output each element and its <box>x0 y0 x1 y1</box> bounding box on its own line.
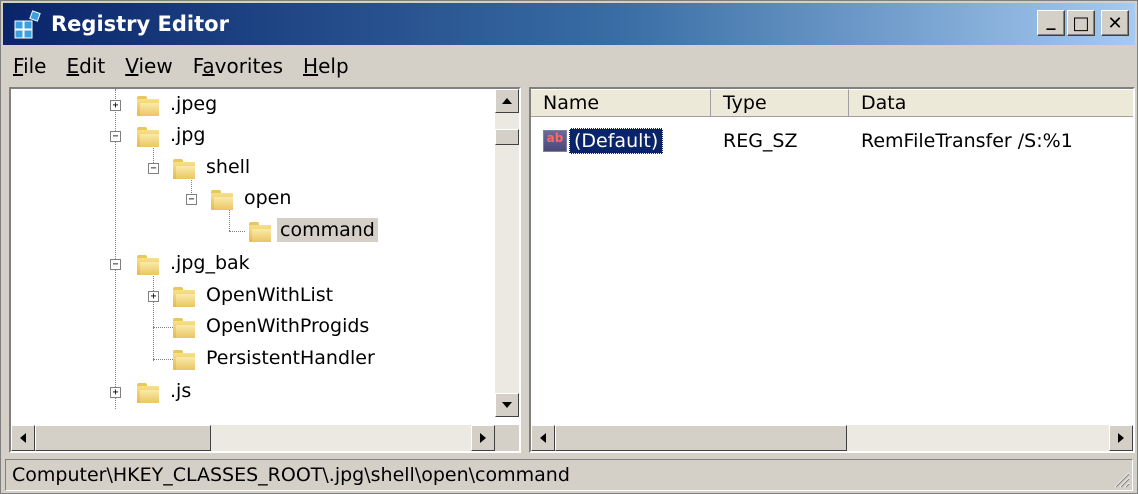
arrow-left-icon <box>20 433 26 443</box>
collapse-open-icon[interactable]: − <box>186 194 197 205</box>
scroll-thumb[interactable] <box>555 425 847 451</box>
menu-file[interactable]: File <box>3 54 56 78</box>
close-button[interactable]: ✕ <box>1101 10 1129 36</box>
minimize-button[interactable]: _ <box>1037 10 1065 36</box>
menu-help[interactable]: Help <box>293 54 359 78</box>
minimize-icon: _ <box>1046 9 1056 31</box>
column-header-data[interactable]: Data <box>849 89 1133 117</box>
registry-editor-icon <box>13 9 43 39</box>
string-value-icon: ab <box>543 130 567 152</box>
list-horizontal-scrollbar[interactable] <box>531 425 1133 451</box>
status-bar: Computer\HKEY_CLASSES_ROOT\.jpg\shell\op… <box>5 459 1133 491</box>
collapse-jpg-bak-icon[interactable]: − <box>110 259 121 270</box>
scroll-thumb[interactable] <box>495 129 519 145</box>
scroll-left-button[interactable] <box>11 425 35 451</box>
arrow-right-icon <box>480 433 486 443</box>
column-header-name[interactable]: Name <box>531 89 711 117</box>
scroll-right-button[interactable] <box>1109 425 1133 451</box>
folder-icon <box>173 287 195 307</box>
expand-openwithlist-icon[interactable]: + <box>148 291 159 302</box>
scroll-thumb[interactable] <box>35 425 211 451</box>
expand-jpeg-icon[interactable]: + <box>110 100 121 111</box>
folder-icon <box>249 222 271 242</box>
value-data: RemFileTransfer /S:%1 <box>861 130 1073 152</box>
status-path: Computer\HKEY_CLASSES_ROOT\.jpg\shell\op… <box>12 464 570 486</box>
scroll-up-button[interactable] <box>495 89 519 113</box>
tree-vertical-scrollbar[interactable] <box>495 89 519 417</box>
menu-bar: File Edit View Favorites Help <box>3 49 1135 83</box>
maximize-button[interactable]: □ <box>1067 10 1095 36</box>
arrow-up-icon <box>502 98 512 104</box>
list-item[interactable]: ab (Default) REG_SZ RemFileTransfer /S:%… <box>531 125 1133 157</box>
arrow-right-icon <box>1118 433 1124 443</box>
tree-item-openwithprogids[interactable]: OpenWithProgids <box>203 314 372 338</box>
menu-edit[interactable]: Edit <box>56 54 115 78</box>
scroll-down-button[interactable] <box>495 393 519 417</box>
tree-item-command[interactable]: command <box>277 218 378 242</box>
column-header-type[interactable]: Type <box>711 89 849 117</box>
title-bar[interactable]: Registry Editor _ □ ✕ <box>3 3 1135 45</box>
resize-grip-icon[interactable] <box>1112 470 1130 488</box>
menu-view[interactable]: View <box>115 54 182 78</box>
key-tree[interactable]: + .jpeg − .jpg − shell − open command − … <box>11 89 495 417</box>
tree-item-jpeg[interactable]: .jpeg <box>167 92 220 116</box>
close-icon: ✕ <box>1107 12 1123 34</box>
maximize-icon: □ <box>1072 12 1090 34</box>
folder-icon <box>137 96 159 116</box>
list-header: Name Type Data <box>531 89 1133 117</box>
key-tree-pane[interactable]: + .jpeg − .jpg − shell − open command − … <box>9 87 521 453</box>
arrow-down-icon <box>502 402 512 408</box>
registry-editor-window: Registry Editor _ □ ✕ File Edit View Fav… <box>0 0 1138 494</box>
values-list-pane[interactable]: Name Type Data ab (Default) REG_SZ RemFi… <box>529 87 1135 453</box>
value-type: REG_SZ <box>723 130 798 152</box>
tree-item-js[interactable]: .js <box>167 379 194 403</box>
collapse-jpg-icon[interactable]: − <box>110 131 121 142</box>
tree-item-shell[interactable]: shell <box>203 155 253 179</box>
folder-icon <box>137 127 159 147</box>
arrow-left-icon <box>540 433 546 443</box>
tree-item-jpg[interactable]: .jpg <box>167 123 208 147</box>
folder-icon <box>137 383 159 403</box>
folder-icon <box>211 190 233 210</box>
folder-icon <box>173 159 195 179</box>
tree-horizontal-scrollbar[interactable] <box>11 425 495 451</box>
window-title: Registry Editor <box>51 12 229 36</box>
value-name[interactable]: (Default) <box>569 128 664 154</box>
folder-icon <box>173 350 195 370</box>
scroll-right-button[interactable] <box>471 425 495 451</box>
scrollbar-corner <box>495 425 519 451</box>
folder-icon <box>173 318 195 338</box>
folder-icon <box>137 255 159 275</box>
tree-item-open[interactable]: open <box>241 186 294 210</box>
tree-item-persistenthandler[interactable]: PersistentHandler <box>203 346 378 370</box>
menu-favorites[interactable]: Favorites <box>183 54 293 78</box>
collapse-shell-icon[interactable]: − <box>148 163 159 174</box>
tree-item-jpg-bak[interactable]: .jpg_bak <box>167 251 253 275</box>
expand-js-icon[interactable]: + <box>110 387 121 398</box>
scroll-left-button[interactable] <box>531 425 555 451</box>
tree-item-openwithlist[interactable]: OpenWithList <box>203 283 336 307</box>
